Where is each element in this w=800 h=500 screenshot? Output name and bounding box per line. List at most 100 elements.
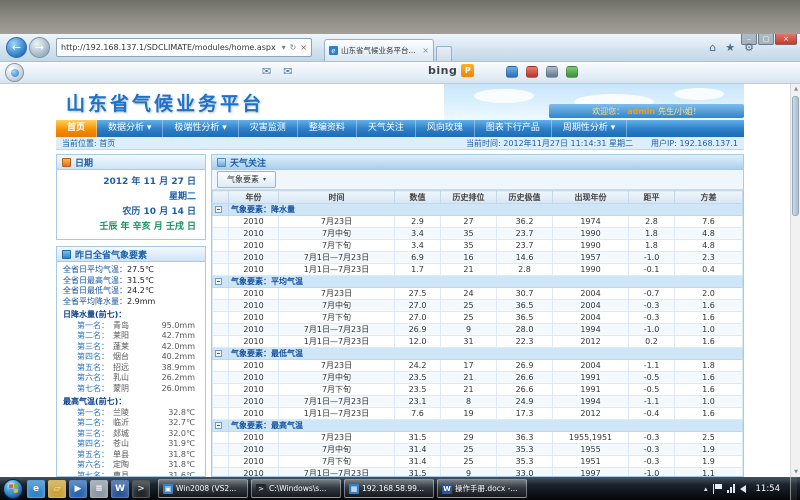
address-input[interactable] <box>61 43 278 52</box>
table-group-row[interactable]: 气象要素：平均气温 <box>213 276 743 288</box>
group-expand-cell[interactable] <box>213 348 229 360</box>
ie-icon[interactable]: e <box>27 480 45 498</box>
home-icon[interactable]: ⌂ <box>709 41 716 54</box>
col-2[interactable]: 时间 <box>279 191 395 204</box>
tab-close-icon[interactable]: × <box>422 46 429 55</box>
toolbar-logo-icon[interactable] <box>5 63 24 82</box>
back-button[interactable]: ← <box>6 37 27 58</box>
nav-item-4[interactable]: 灾害监测 <box>239 120 298 137</box>
scroll-down-icon[interactable]: ▼ <box>791 467 800 477</box>
refresh-icon[interactable]: ↻ <box>290 43 297 52</box>
main-panel-title: 天气关注 <box>230 156 266 169</box>
cell: 1991 <box>553 384 629 396</box>
browser-tab[interactable]: e 山东省气候业务平台... × <box>324 39 434 61</box>
table-group-row[interactable]: 气象要素：最低气温 <box>213 348 743 360</box>
col-7[interactable]: 距平 <box>629 191 675 204</box>
group-expand-cell[interactable] <box>213 276 229 288</box>
col-8[interactable]: 方差 <box>675 191 743 204</box>
table-group-row[interactable]: 气象要素：降水量 <box>213 204 743 216</box>
system-tray: ▴ 11:54 <box>704 477 797 500</box>
cell: -0.3 <box>629 456 675 468</box>
minimize-button[interactable]: – <box>741 34 757 45</box>
word-icon[interactable]: W <box>111 480 129 498</box>
col-5[interactable]: 历史极值 <box>497 191 553 204</box>
group-expand-cell[interactable] <box>213 420 229 432</box>
element-selector-button[interactable]: 气象要素 ▾ <box>217 171 276 188</box>
folder-icon[interactable]: ▱ <box>48 480 66 498</box>
autocomplete-caret-icon[interactable]: ▾ <box>282 43 286 52</box>
close-button[interactable]: × <box>775 34 797 45</box>
toolbar-app3-icon[interactable] <box>546 66 558 78</box>
toolbar-app2-icon[interactable] <box>526 66 538 78</box>
media-player-icon[interactable]: ▶ <box>69 480 87 498</box>
console-icon[interactable]: > <box>132 480 150 498</box>
cell: 19 <box>441 408 497 420</box>
toolbar-app1-icon[interactable] <box>506 66 518 78</box>
weather-panel-icon <box>62 250 71 259</box>
nav-item-3[interactable]: 极端性分析 ▾ <box>163 120 238 137</box>
nav-item-9[interactable]: 周期性分析 ▾ <box>552 120 627 137</box>
mail-icon[interactable]: ✉ <box>262 65 271 78</box>
address-bar[interactable]: ▾ ↻ × <box>56 38 312 57</box>
collapse-icon[interactable] <box>215 422 222 429</box>
bing-search[interactable]: bing P <box>428 64 474 77</box>
maximize-button[interactable]: ▢ <box>758 34 774 45</box>
vertical-scrollbar[interactable]: ▲ ▼ <box>790 84 800 477</box>
nav-item-8[interactable]: 图表下行产品 <box>475 120 552 137</box>
toolbar-app-icons <box>506 66 578 78</box>
lunar-line: 农历 10 月 14 日 <box>66 205 196 220</box>
taskbar-window-2[interactable]: >C:\Windows\s... <box>251 479 341 498</box>
cell: 2010 <box>229 216 279 228</box>
collapse-icon[interactable] <box>215 278 222 285</box>
bing-search-icon[interactable]: P <box>461 64 474 77</box>
action-center-flag-icon[interactable] <box>713 484 722 494</box>
group-expand-cell[interactable] <box>213 204 229 216</box>
notepad-icon[interactable]: ≡ <box>90 480 108 498</box>
forward-icon: → <box>35 42 44 53</box>
nav-item-2[interactable]: 数据分析 ▾ <box>97 120 163 137</box>
volume-icon[interactable] <box>740 485 746 493</box>
stop-icon[interactable]: × <box>300 43 307 52</box>
start-button[interactable] <box>3 479 23 499</box>
taskbar-window-1[interactable]: ▣Win2008 (VS2... <box>158 479 248 498</box>
taskbar-clock[interactable]: 11:54 <box>751 484 786 494</box>
welcome-prefix: 欢迎您： <box>592 106 624 117</box>
browser-toolbar: ✉ ✉ bing P <box>0 62 800 84</box>
station-name: 莱阳 <box>113 331 129 342</box>
row-expand-cell <box>213 384 229 396</box>
nav-item-1[interactable]: 首页 <box>56 120 97 137</box>
col-6[interactable]: 出现年份 <box>553 191 629 204</box>
taskbar-window-3[interactable]: ▦192.168.58.99... <box>344 479 434 498</box>
nav-item-5[interactable]: 整编资料 <box>298 120 357 137</box>
col-4[interactable]: 历史排位 <box>441 191 497 204</box>
nav-item-6[interactable]: 天气关注 <box>357 120 416 137</box>
nav-item-7[interactable]: 风向玫瑰 <box>416 120 475 137</box>
cell: 35 <box>441 240 497 252</box>
collapse-icon[interactable] <box>215 206 222 213</box>
network-icon[interactable] <box>727 484 735 493</box>
scrollbar-thumb[interactable] <box>792 96 799 216</box>
col-3[interactable]: 数值 <box>395 191 441 204</box>
favorites-star-icon[interactable]: ★ <box>725 41 735 54</box>
table-row: 20107月1日—7月23日6.91614.61957-1.02.3 <box>213 252 743 264</box>
new-tab-button[interactable] <box>436 46 452 61</box>
taskbar-window-4[interactable]: W操作手册.docx -... <box>437 479 527 498</box>
screen: – ▢ × ← → ▾ ↻ × e 山东省气候业务平台... × ⌂ ★ ⚙ ✉… <box>0 0 800 500</box>
toolbar-app4-icon[interactable] <box>566 66 578 78</box>
hidden-icons-arrow[interactable]: ▴ <box>704 485 708 493</box>
group-title-cell: 气象要素：最低气温 <box>229 348 743 360</box>
table-group-row[interactable]: 气象要素：最高气温 <box>213 420 743 432</box>
welcome-username: admin <box>627 107 655 116</box>
cell: 2010 <box>229 456 279 468</box>
station-name: 单县 <box>113 450 129 461</box>
collapse-icon[interactable] <box>215 350 222 357</box>
col-1[interactable]: 年份 <box>229 191 279 204</box>
forward-button[interactable]: → <box>29 37 50 58</box>
window-title: Win2008 (VS2... <box>176 484 236 493</box>
mail2-icon[interactable]: ✉ <box>283 65 292 78</box>
show-desktop-button[interactable] <box>790 477 797 500</box>
row-expand-cell <box>213 336 229 348</box>
rank-section-title: 日降水量(前七)： <box>63 310 199 321</box>
scroll-up-icon[interactable]: ▲ <box>791 84 800 94</box>
cell: 1.8 <box>675 360 743 372</box>
